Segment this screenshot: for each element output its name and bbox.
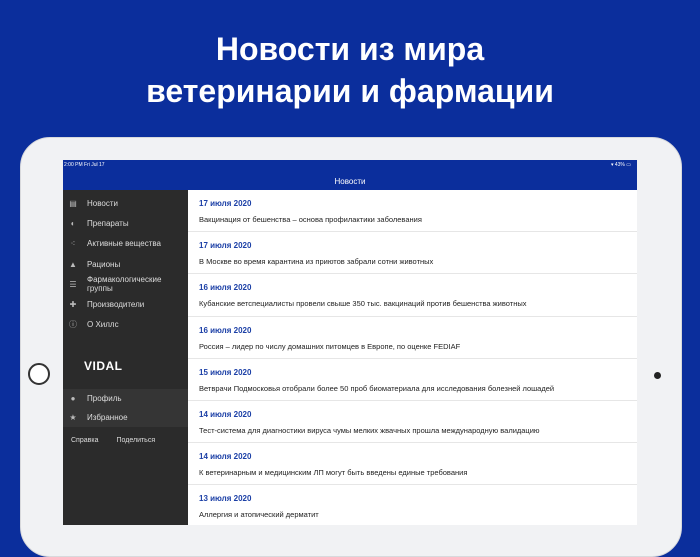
headline: Новости из мира ветеринарии и фармации [0, 28, 700, 112]
news-item[interactable]: 17 июля 2020 В Москве во время карантина … [188, 232, 637, 275]
news-item[interactable]: 14 июля 2020 К ветеринарным и медицинским… [188, 443, 637, 486]
menu-label: Активные вещества [87, 239, 161, 249]
home-button [28, 363, 50, 385]
list-icon: ☰ [69, 279, 77, 289]
news-title: Вакцинация от бешенства – основа профила… [199, 215, 422, 224]
newspaper-icon: ▤ [69, 198, 77, 208]
molecule-icon: ⁖ [70, 239, 76, 249]
user-icon: ● [70, 394, 76, 404]
news-item[interactable]: 16 июля 2020 Кубанские ветспециалисты про… [188, 274, 637, 317]
news-item[interactable]: 14 июля 2020 Тест-система для диагностики… [188, 401, 637, 444]
status-time: 2:00 PM Fri Jul 17 [64, 162, 105, 168]
headline-line2: ветеринарии и фармации [146, 73, 554, 109]
help-link[interactable]: Справка [71, 437, 98, 444]
news-title: В Москве во время карантина из приютов з… [199, 257, 434, 267]
menu-item-drugs[interactable]: ◐ Препараты [63, 213, 188, 233]
news-item[interactable]: 15 июля 2020 Ветврачи Подмосковья отобрал… [188, 359, 637, 401]
news-date: 16 июля 2020 [199, 283, 252, 293]
page-title: Новости [334, 177, 366, 186]
news-date: 17 июля 2020 [199, 199, 252, 208]
menu-label: Профиль [87, 394, 122, 404]
menu-item-profile[interactable]: ● Профиль [63, 389, 188, 408]
sidebar: ▤ Новости ◐ Препараты ⁖ Активные вещества ▲… [63, 190, 188, 525]
menu-label: Производители [87, 300, 145, 310]
news-date: 15 июля 2020 [199, 367, 252, 377]
menu-item-pharm-groups[interactable]: ☰ Фармакологические группы [63, 274, 188, 294]
menu-label: Препараты [87, 218, 129, 228]
menu-label: Рационы [87, 259, 121, 269]
menu-item-favorites[interactable]: ★ Избранное [63, 408, 188, 427]
battery-level: 43% [614, 162, 625, 168]
menu-label: Избранное [87, 413, 128, 423]
news-item[interactable]: 13 июля 2020 Аллергия и атопический дерма… [188, 485, 637, 525]
news-date: 17 июля 2020 [199, 241, 252, 251]
menu-label: Фармакологические группы [87, 275, 162, 294]
account-section: ● Профиль ★ Избранное [63, 389, 188, 428]
headline-line1: Новости из мира [215, 31, 485, 67]
plus-icon: ✚ [69, 300, 77, 310]
news-item[interactable]: 16 июля 2020 Россия – лидер по числу дома… [188, 317, 637, 359]
news-date: 16 июля 2020 [199, 325, 252, 335]
news-title: К ветеринарным и медицинским ЛП могут бы… [199, 468, 468, 478]
news-title: Аллергия и атопический дерматит [199, 510, 319, 520]
news-date: 14 июля 2020 [199, 409, 252, 419]
news-list: 17 июля 2020 Вакцинация от бешенства – ос… [188, 190, 637, 525]
share-link[interactable]: Поделиться [116, 437, 155, 444]
info-icon: ⓘ [69, 320, 77, 330]
news-title: Ветврачи Подмосковья отобрали более 50 п… [199, 383, 555, 393]
news-item[interactable]: 17 июля 2020 Вакцинация от бешенства – ос… [188, 190, 637, 233]
camera [654, 372, 661, 379]
star-icon: ★ [69, 413, 77, 423]
news-title: Россия – лидер по числу домашних питомце… [199, 341, 461, 351]
menu-item-about[interactable]: ⓘ О Хиллс [63, 315, 188, 335]
status-battery: ▾ 43% ▭ [610, 162, 631, 168]
pill-icon: ◐ [70, 218, 76, 228]
app-screen: 2:00 PM Fri Jul 17 ▾ 43% ▭ Новости ▤ Ново… [63, 160, 637, 525]
menu-item-substances[interactable]: ⁖ Активные вещества [63, 234, 188, 254]
menu-item-manufacturers[interactable]: ✚ Производители [63, 294, 188, 314]
menu-item-news[interactable]: ▤ Новости [63, 193, 188, 213]
food-bowl-icon: ▲ [69, 259, 77, 269]
news-date: 14 июля 2020 [199, 452, 252, 462]
menu-label: Новости [87, 198, 118, 208]
nav-bar: 2:00 PM Fri Jul 17 ▾ 43% ▭ Новости [63, 160, 637, 190]
menu-label: О Хиллс [87, 320, 119, 330]
news-title: Кубанские ветспециалисты провели свыше 3… [199, 299, 527, 309]
news-date: 13 июля 2020 [199, 494, 252, 504]
menu-item-rations[interactable]: ▲ Рационы [63, 254, 188, 274]
news-title: Тест-система для диагностики вируса чумы… [199, 425, 540, 435]
vidal-logo: VIDAL [84, 359, 123, 374]
